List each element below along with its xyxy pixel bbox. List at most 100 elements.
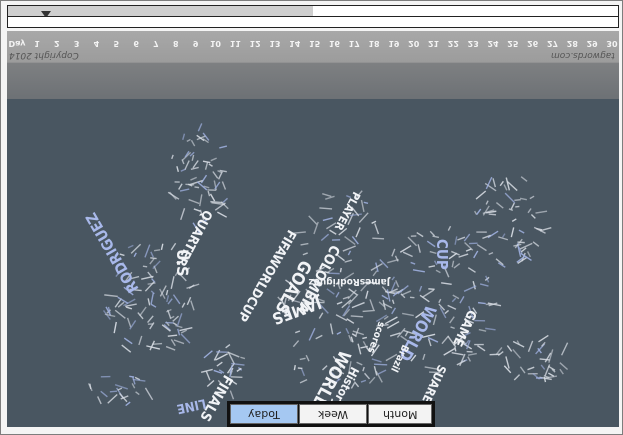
day-tick[interactable]: 10 xyxy=(210,39,221,48)
day-tick[interactable]: 11 xyxy=(230,39,241,48)
cloud-word[interactable]: CUP xyxy=(433,239,451,270)
cloud-speck xyxy=(121,344,132,353)
day-tick[interactable]: 25 xyxy=(507,39,518,48)
cloud-speck xyxy=(458,253,469,258)
day-tick[interactable]: 28 xyxy=(567,39,578,48)
cloud-speck xyxy=(133,252,137,258)
day-tick[interactable]: 14 xyxy=(289,39,300,48)
cloud-speck xyxy=(113,321,117,334)
cloud-speck xyxy=(104,294,118,298)
cloud-speck xyxy=(125,401,131,407)
cloud-speck xyxy=(126,317,132,328)
cloud-word[interactable]: scores xyxy=(365,320,387,355)
cloud-speck xyxy=(339,267,342,273)
cloud-speck xyxy=(372,237,385,240)
day-tick[interactable]: 29 xyxy=(587,39,598,48)
day-tick[interactable]: 6 xyxy=(133,39,139,48)
day-tick[interactable]: 17 xyxy=(349,39,360,48)
cloud-speck xyxy=(197,123,203,132)
day-tick[interactable]: 5 xyxy=(114,39,120,48)
cloud-speck xyxy=(331,239,341,241)
cloud-speck xyxy=(362,336,368,340)
cloud-speck xyxy=(429,230,436,237)
tab-week[interactable]: Week xyxy=(299,404,367,424)
day-tick[interactable]: 22 xyxy=(448,39,459,48)
day-tick[interactable]: 27 xyxy=(547,39,558,48)
day-tick[interactable]: 23 xyxy=(468,39,479,48)
day-tick[interactable]: 12 xyxy=(250,39,261,48)
cloud-speck xyxy=(379,259,389,269)
cloud-speck xyxy=(172,294,181,305)
cloud-speck xyxy=(356,361,363,366)
timeline-range-bar[interactable] xyxy=(7,16,619,28)
cloud-speck xyxy=(315,334,323,340)
cloud-speck xyxy=(300,242,309,246)
cloud-word[interactable]: RODRIGUEZ xyxy=(82,209,142,296)
cloud-speck xyxy=(386,289,391,302)
cloud-speck xyxy=(510,202,515,210)
cloud-speck xyxy=(530,214,536,219)
cloud-speck xyxy=(427,338,432,347)
cloud-speck xyxy=(432,235,440,239)
day-tick[interactable]: 4 xyxy=(94,39,100,48)
cloud-speck xyxy=(428,288,435,291)
cloud-speck xyxy=(478,328,487,332)
cloud-speck xyxy=(147,298,151,306)
cloud-speck xyxy=(194,186,200,189)
cloud-speck xyxy=(485,275,490,283)
day-tick[interactable]: 8 xyxy=(173,39,179,48)
cloud-speck xyxy=(159,288,166,300)
site-link[interactable]: tagwords.com xyxy=(551,50,615,60)
cloud-word[interactable]: QUARTER xyxy=(173,207,215,268)
cloud-speck xyxy=(150,251,154,258)
day-tick[interactable]: 18 xyxy=(368,39,379,48)
cloud-speck xyxy=(308,215,318,225)
day-tick[interactable]: 30 xyxy=(606,39,617,48)
cloud-speck xyxy=(450,326,455,330)
cloud-speck xyxy=(532,241,540,247)
cloud-speck xyxy=(344,259,353,263)
day-tick[interactable]: 21 xyxy=(428,39,439,48)
cloud-speck xyxy=(487,230,499,239)
cloud-speck xyxy=(347,250,352,256)
tab-month[interactable]: Month xyxy=(368,404,432,424)
day-tick[interactable]: 24 xyxy=(487,39,498,48)
cloud-speck xyxy=(322,193,332,198)
cloud-speck xyxy=(190,300,195,311)
cloud-speck xyxy=(485,327,496,331)
cloud-speck xyxy=(520,176,528,182)
cloud-speck xyxy=(150,292,154,305)
day-tick[interactable]: 20 xyxy=(408,39,419,48)
day-tick[interactable]: 2 xyxy=(54,39,60,48)
cloud-speck xyxy=(204,161,209,170)
cloud-speck xyxy=(347,293,359,305)
cloud-speck xyxy=(395,280,400,288)
cloud-speck xyxy=(501,233,506,238)
cloud-speck xyxy=(469,242,478,245)
day-tick[interactable]: 9 xyxy=(193,39,199,48)
cloud-speck xyxy=(167,334,178,337)
cloud-speck xyxy=(173,339,185,345)
copyright-text: Copyright 2014 xyxy=(9,50,79,60)
tab-today[interactable]: Today xyxy=(230,404,298,424)
day-tick[interactable]: 26 xyxy=(527,39,538,48)
cloud-speck xyxy=(559,362,569,370)
cloud-speck xyxy=(465,248,472,252)
day-tick[interactable]: 3 xyxy=(74,39,80,48)
cloud-speck xyxy=(369,299,375,311)
cloud-speck xyxy=(299,379,308,384)
cloud-speck xyxy=(212,171,219,179)
cloud-speck xyxy=(322,217,333,222)
cloud-speck xyxy=(219,145,228,149)
cloud-speck xyxy=(529,195,535,200)
day-tick[interactable]: 1 xyxy=(34,39,40,48)
cloud-speck xyxy=(293,365,296,371)
cloud-speck xyxy=(474,343,484,346)
day-tick[interactable]: 13 xyxy=(269,39,280,48)
day-tick[interactable]: 15 xyxy=(309,39,320,48)
day-tick[interactable]: 16 xyxy=(329,39,340,48)
day-tick[interactable]: 7 xyxy=(153,39,159,48)
cloud-speck xyxy=(477,301,486,305)
day-tick[interactable]: 19 xyxy=(388,39,399,48)
cloud-word[interactable]: JamesRodriguez xyxy=(308,276,391,287)
